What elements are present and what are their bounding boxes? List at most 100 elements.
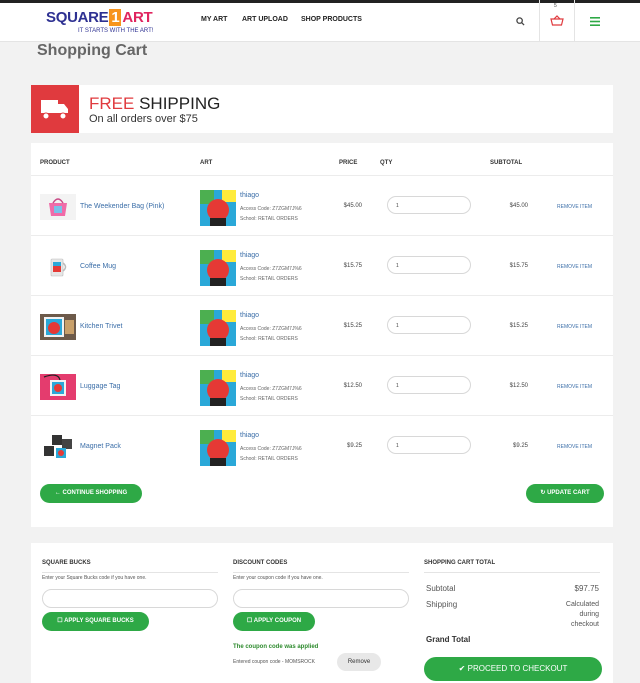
- apply-square-bucks-button[interactable]: ☐ APPLY SQUARE BUCKS: [42, 612, 149, 631]
- school-name: School: RETAIL ORDERS: [240, 276, 298, 282]
- art-name-link[interactable]: thiago: [240, 312, 259, 319]
- remove-item-link[interactable]: REMOVE ITEM: [557, 384, 592, 390]
- continue-shopping-button[interactable]: ← CONTINUE SHOPPING: [40, 484, 142, 503]
- access-code: Access Code: Z7ZGM7J%6: [240, 266, 302, 272]
- refresh-icon: ↻: [540, 490, 546, 496]
- cart-total-title: SHOPPING CART TOTAL: [424, 560, 496, 566]
- unit-price: $45.00: [343, 203, 362, 209]
- free-shipping-subtitle: On all orders over $75: [89, 113, 198, 125]
- header-price: PRICE: [339, 160, 358, 166]
- product-name[interactable]: Luggage Tag: [80, 383, 120, 390]
- square-bucks-input[interactable]: [42, 589, 218, 608]
- school-name: School: RETAIL ORDERS: [240, 396, 298, 402]
- checkmark-icon: ✔: [458, 664, 466, 673]
- quantity-input[interactable]: 1: [387, 376, 471, 394]
- site-logo[interactable]: SQUARE 1 ART IT STARTS WITH THE ART!: [46, 9, 171, 39]
- remove-item-link[interactable]: REMOVE ITEM: [557, 264, 592, 270]
- art-thumbnail[interactable]: [200, 370, 236, 406]
- access-code: Access Code: Z7ZGM7J%6: [240, 386, 302, 392]
- remove-coupon-button[interactable]: Remove: [337, 653, 381, 671]
- unit-price: $12.50: [343, 383, 362, 389]
- logo-tagline: IT STARTS WITH THE ART!: [78, 28, 154, 34]
- remove-item-link[interactable]: REMOVE ITEM: [557, 204, 592, 210]
- quantity-input[interactable]: 1: [387, 436, 471, 454]
- nav-my-art[interactable]: MY ART: [201, 16, 227, 23]
- cart-button[interactable]: 5: [539, 0, 575, 42]
- free-shipping-banner: FREE SHIPPING On all orders over $75: [31, 85, 613, 133]
- header-subtotal: SUBTOTAL: [490, 160, 523, 166]
- unit-price: $15.25: [343, 323, 362, 329]
- product-name[interactable]: The Weekender Bag (Pink): [80, 203, 164, 210]
- subtotal-value: $97.75: [574, 584, 599, 593]
- coupon-input[interactable]: [233, 589, 409, 608]
- divider: [233, 572, 409, 573]
- discount-codes-title: DISCOUNT CODES: [233, 560, 288, 566]
- product-thumbnail[interactable]: [40, 254, 76, 280]
- table-row: The Weekender Bag (Pink) thiago Access C…: [31, 175, 613, 235]
- product-thumbnail[interactable]: [40, 374, 76, 400]
- header-qty: QTY: [380, 160, 393, 166]
- school-name: School: RETAIL ORDERS: [240, 336, 298, 342]
- search-icon[interactable]: [516, 15, 525, 29]
- apply-coupon-button[interactable]: ☐ APPLY COUPON: [233, 612, 315, 631]
- table-row: Coffee Mug thiago Access Code: Z7ZGM7J%6…: [31, 235, 613, 295]
- school-name: School: RETAIL ORDERS: [240, 216, 298, 222]
- cart-table: PRODUCT ART PRICE QTY SUBTOTAL The Weeke…: [31, 143, 613, 527]
- cart-count-badge: 5: [554, 3, 557, 9]
- divider: [424, 572, 600, 573]
- shipping-value: Calculated during checkout: [565, 601, 599, 628]
- tag-icon: ☐: [57, 618, 63, 624]
- site-header: SQUARE 1 ART IT STARTS WITH THE ART! MY AR…: [0, 0, 640, 42]
- product-name[interactable]: Coffee Mug: [80, 263, 116, 270]
- discount-hint: Enter your coupon code if you have one.: [233, 575, 323, 581]
- remove-item-link[interactable]: REMOVE ITEM: [557, 324, 592, 330]
- remove-item-link[interactable]: REMOVE ITEM: [557, 444, 592, 450]
- access-code: Access Code: Z7ZGM7J%6: [240, 326, 302, 332]
- header-art: ART: [200, 160, 213, 166]
- art-thumbnail[interactable]: [200, 430, 236, 466]
- art-thumbnail[interactable]: [200, 190, 236, 226]
- quantity-input[interactable]: 1: [387, 256, 471, 274]
- art-name-link[interactable]: thiago: [240, 252, 259, 259]
- nav-art-upload[interactable]: ART UPLOAD: [242, 16, 288, 23]
- grand-total-label: Grand Total: [426, 635, 471, 644]
- square-bucks-hint: Enter your Square Bucks code if you have…: [42, 575, 147, 581]
- product-name[interactable]: Magnet Pack: [80, 443, 121, 450]
- row-subtotal: $9.25: [512, 443, 528, 449]
- quantity-input[interactable]: 1: [387, 196, 471, 214]
- row-subtotal: $15.25: [509, 323, 528, 329]
- row-subtotal: $45.00: [509, 203, 528, 209]
- table-row: Magnet Pack thiago Access Code: Z7ZGM7J%…: [31, 415, 613, 475]
- unit-price: $9.25: [346, 443, 362, 449]
- update-cart-button[interactable]: ↻ UPDATE CART: [526, 484, 604, 503]
- square-bucks-title: SQUARE BUCKS: [42, 560, 91, 566]
- product-name[interactable]: Kitchen Trivet: [80, 323, 122, 330]
- school-name: School: RETAIL ORDERS: [240, 456, 298, 462]
- product-thumbnail[interactable]: [40, 434, 76, 460]
- art-name-link[interactable]: thiago: [240, 192, 259, 199]
- arrow-left-icon: ←: [54, 490, 61, 496]
- page-title: Shopping Cart: [37, 42, 148, 59]
- nav-shop-products[interactable]: SHOP PRODUCTS: [301, 16, 362, 23]
- menu-icon[interactable]: [590, 15, 600, 29]
- shipping-label: Shipping: [426, 600, 458, 609]
- art-thumbnail[interactable]: [200, 310, 236, 346]
- art-name-link[interactable]: thiago: [240, 432, 259, 439]
- product-thumbnail[interactable]: [40, 314, 76, 340]
- access-code: Access Code: Z7ZGM7J%6: [240, 206, 302, 212]
- entered-coupon-code: Entered coupon code - MOMSROCK: [233, 659, 315, 665]
- basket-icon: [550, 15, 564, 26]
- cart-options-panel: SQUARE BUCKS Enter your Square Bucks cod…: [31, 543, 613, 683]
- row-subtotal: $15.75: [509, 263, 528, 269]
- free-shipping-title: FREE SHIPPING: [89, 94, 221, 113]
- unit-price: $15.75: [343, 263, 362, 269]
- access-code: Access Code: Z7ZGM7J%6: [240, 446, 302, 452]
- proceed-to-checkout-button[interactable]: ✔ PROCEED TO CHECKOUT: [424, 657, 602, 681]
- product-thumbnail[interactable]: [40, 194, 76, 220]
- art-name-link[interactable]: thiago: [240, 372, 259, 379]
- table-row: Luggage Tag thiago Access Code: Z7ZGM7J%…: [31, 355, 613, 415]
- table-row: Kitchen Trivet thiago Access Code: Z7ZGM…: [31, 295, 613, 355]
- subtotal-label: Subtotal: [426, 584, 456, 593]
- quantity-input[interactable]: 1: [387, 316, 471, 334]
- art-thumbnail[interactable]: [200, 250, 236, 286]
